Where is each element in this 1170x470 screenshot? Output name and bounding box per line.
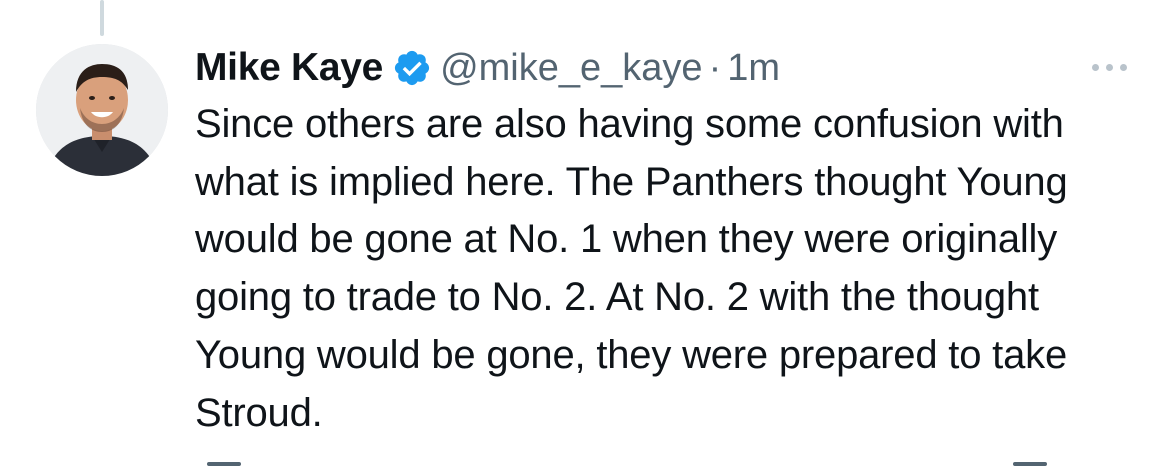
display-name[interactable]: Mike Kaye — [195, 46, 383, 90]
more-horizontal-icon[interactable] — [1086, 52, 1132, 82]
avatar-photo — [36, 44, 168, 176]
tweet-timestamp[interactable]: 1m — [727, 47, 780, 90]
avatar[interactable] — [36, 44, 168, 176]
more-dot — [1091, 63, 1099, 71]
reply-icon[interactable] — [207, 462, 241, 466]
tweet-text: Since others are also having some confus… — [195, 102, 1068, 435]
tweet-action-row — [195, 462, 1095, 470]
more-dot — [1119, 63, 1127, 71]
tweet-header: Mike Kaye @mike_e_kaye · 1m — [195, 40, 780, 96]
author-handle[interactable]: @mike_e_kaye — [440, 47, 702, 90]
share-icon[interactable] — [1013, 462, 1047, 466]
thread-connector-line — [100, 0, 104, 36]
separator-dot: · — [708, 46, 722, 89]
more-dot — [1105, 63, 1113, 71]
verified-badge-icon[interactable] — [392, 48, 432, 88]
